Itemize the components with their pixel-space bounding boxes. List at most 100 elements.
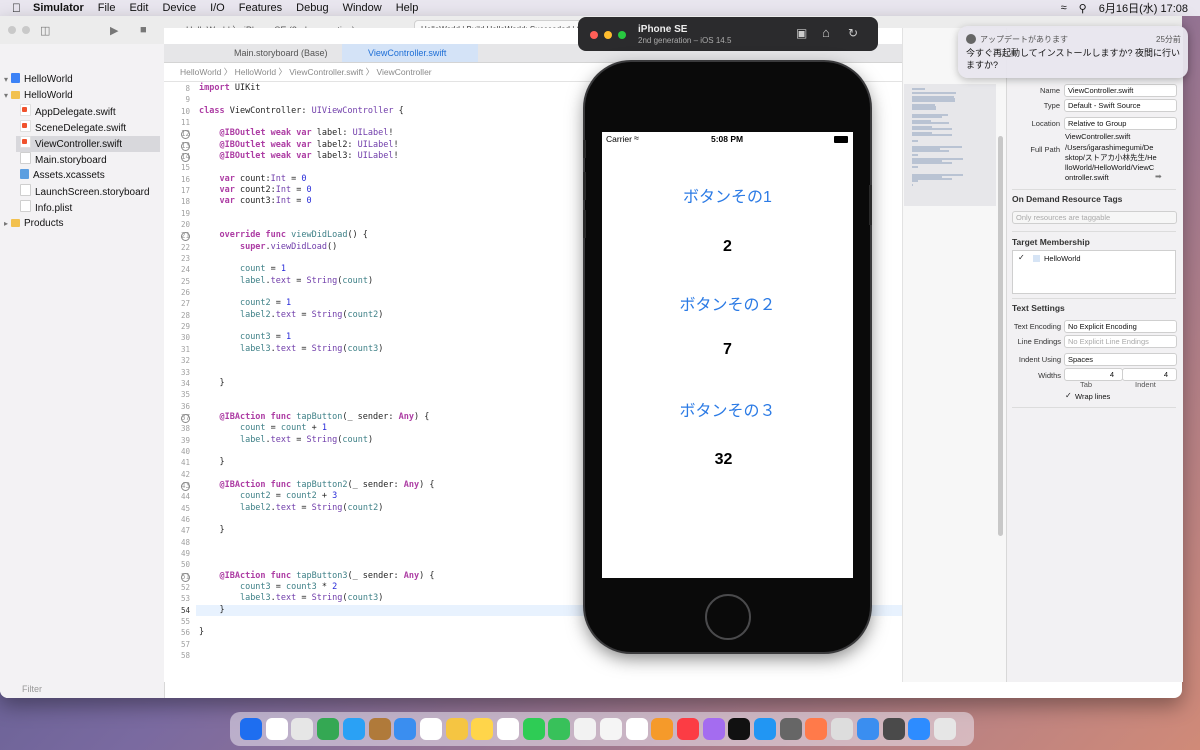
simulator-icon[interactable] [882, 718, 905, 740]
wifi-icon[interactable]: ≈ [1061, 2, 1067, 14]
navigator-file-assets[interactable]: Assets.xcassets [20, 168, 162, 184]
code-line[interactable]: @IBAction func tapButton2(_ sender: Any)… [199, 480, 434, 490]
code-line[interactable]: var count3:Int = 0 [199, 196, 311, 206]
safari-icon[interactable] [342, 718, 365, 740]
menu-edit[interactable]: Edit [129, 2, 148, 14]
code-line[interactable]: @IBOutlet weak var label: UILabel! [199, 128, 393, 138]
apps-grid-icon[interactable] [291, 718, 314, 740]
reveal-in-finder-icon[interactable]: ➡ [1155, 172, 1162, 181]
menu-device[interactable]: Device [162, 2, 196, 14]
code-line[interactable]: count3 = 1 [199, 332, 291, 342]
line-endings-select[interactable]: No Explicit Line Endings [1064, 335, 1177, 348]
close-window-icon[interactable] [8, 26, 16, 34]
help-icon[interactable] [831, 718, 854, 740]
reminders-icon[interactable] [497, 718, 519, 740]
home-icon[interactable]: ⌂ [822, 25, 830, 40]
menu-clock[interactable]: 6月16日(水) 17:08 [1099, 0, 1188, 16]
wrap-lines-checkbox[interactable]: ✓ [1065, 391, 1072, 400]
code-line[interactable]: label3.text = String(count3) [199, 593, 383, 603]
navigator-filter-field[interactable]: Filter [0, 680, 186, 698]
podcasts-icon[interactable] [702, 718, 725, 740]
editor-scrollbar[interactable] [998, 136, 1003, 536]
code-line[interactable]: } [199, 378, 224, 388]
code-line[interactable]: class ViewController: UIViewController { [199, 106, 404, 116]
minimap-visible-region[interactable] [904, 84, 996, 206]
minimize-window-icon[interactable] [604, 31, 612, 39]
freeform-icon[interactable] [574, 718, 597, 740]
navigator-file-launchscreen[interactable]: LaunchScreen.storyboard [20, 184, 162, 200]
sidebar-toggle-icon[interactable]: ◫ [40, 24, 50, 37]
home-button[interactable] [705, 594, 751, 640]
code-line[interactable]: @IBAction func tapButton3(_ sender: Any)… [199, 571, 434, 581]
menu-window[interactable]: Window [343, 2, 382, 14]
outlet-connection-circle-icon[interactable] [181, 153, 190, 163]
counter-button-3[interactable]: ボタンその３ [602, 397, 853, 421]
code-line[interactable]: count = count + 1 [199, 423, 327, 433]
tab-main-storyboard[interactable]: Main.storyboard (Base) [234, 44, 344, 62]
xcode-icon[interactable] [856, 718, 879, 740]
code-line[interactable]: label2.text = String(count2) [199, 503, 383, 513]
code-line[interactable]: count2 = 1 [199, 298, 291, 308]
code-line[interactable]: @IBOutlet weak var label3: UILabel! [199, 151, 398, 161]
code-line[interactable]: override func viewDidLoad() { [199, 230, 367, 240]
launchpad-icon[interactable] [265, 718, 288, 740]
photos-icon[interactable] [445, 718, 468, 740]
mail-icon[interactable] [394, 718, 417, 740]
indent-using-select[interactable]: Spaces [1064, 353, 1177, 366]
notes-app-icon[interactable] [368, 718, 391, 740]
rotate-icon[interactable]: ↻ [848, 26, 858, 40]
zoom-icon[interactable] [908, 718, 931, 740]
code-line[interactable]: } [199, 627, 204, 637]
encoding-select[interactable]: No Explicit Encoding [1064, 320, 1177, 333]
system-preferences-icon[interactable] [779, 718, 802, 740]
membership-checkbox[interactable]: ✓ [1018, 253, 1025, 262]
apple-menu-icon[interactable]:  [12, 1, 21, 15]
menu-features[interactable]: Features [239, 2, 282, 14]
outlet-connection-circle-icon[interactable] [181, 572, 190, 582]
music-icon[interactable] [676, 718, 699, 740]
numbers-icon[interactable] [599, 718, 622, 740]
appletv-icon[interactable] [728, 718, 751, 740]
minimize-window-icon[interactable] [22, 26, 30, 34]
code-line[interactable]: import UIKit [199, 83, 260, 93]
code-line[interactable]: super.viewDidLoad() [199, 242, 337, 252]
code-line[interactable]: @IBAction func tapButton(_ sender: Any) … [199, 412, 429, 422]
navigator-products-row[interactable]: ▸ Products [4, 216, 162, 232]
facetime-icon[interactable] [548, 718, 571, 740]
menu-help[interactable]: Help [396, 2, 419, 14]
code-line[interactable]: var count:Int = 0 [199, 174, 306, 184]
search-icon[interactable]: ⚲ [1079, 2, 1087, 15]
notes-icon[interactable] [471, 718, 494, 740]
code-line[interactable]: } [199, 457, 224, 467]
appstore-icon[interactable] [754, 718, 776, 740]
outlet-connection-circle-icon[interactable] [181, 141, 190, 151]
menu-app-name[interactable]: Simulator [33, 2, 84, 14]
counter-button-2[interactable]: ボタンその２ [602, 291, 853, 315]
navigator-file-scenedelegate[interactable]: SceneDelegate.swift [20, 120, 162, 136]
navigator-project-row[interactable]: ▾ HelloWorld [4, 72, 162, 88]
code-line[interactable]: @IBOutlet weak var label2: UILabel! [199, 140, 398, 150]
photos-app-icon[interactable] [805, 718, 828, 740]
run-button-icon[interactable]: ▶ [110, 24, 118, 37]
books-icon[interactable] [651, 718, 674, 740]
chrome-icon[interactable] [317, 718, 340, 740]
keynote-icon[interactable] [625, 718, 648, 740]
odr-field[interactable]: Only resources are taggable [1012, 211, 1177, 224]
code-line[interactable]: count3 = count3 * 2 [199, 582, 337, 592]
outlet-connection-circle-icon[interactable] [181, 481, 190, 491]
outlet-connection-circle-icon[interactable] [181, 413, 190, 423]
tab-viewcontroller-swift[interactable]: ViewController.swift [342, 44, 478, 62]
menu-file[interactable]: File [98, 2, 116, 14]
code-line[interactable]: count2 = count2 + 3 [199, 491, 337, 501]
location-select[interactable]: Relative to Group [1064, 117, 1177, 130]
navigator-file-mainstoryboard[interactable]: Main.storyboard [20, 152, 162, 168]
navigator-group-row[interactable]: ▾ HelloWorld [4, 88, 162, 104]
menu-debug[interactable]: Debug [296, 2, 328, 14]
calendar-icon[interactable] [419, 718, 442, 740]
code-line[interactable]: label.text = String(count) [199, 435, 373, 445]
code-line[interactable]: label3.text = String(count3) [199, 344, 383, 354]
code-line[interactable]: } [199, 605, 224, 615]
messages-icon[interactable] [522, 718, 545, 740]
screenshot-icon[interactable]: ▣ [796, 26, 807, 40]
navigator-file-appdelegate[interactable]: AppDelegate.swift [20, 104, 162, 120]
